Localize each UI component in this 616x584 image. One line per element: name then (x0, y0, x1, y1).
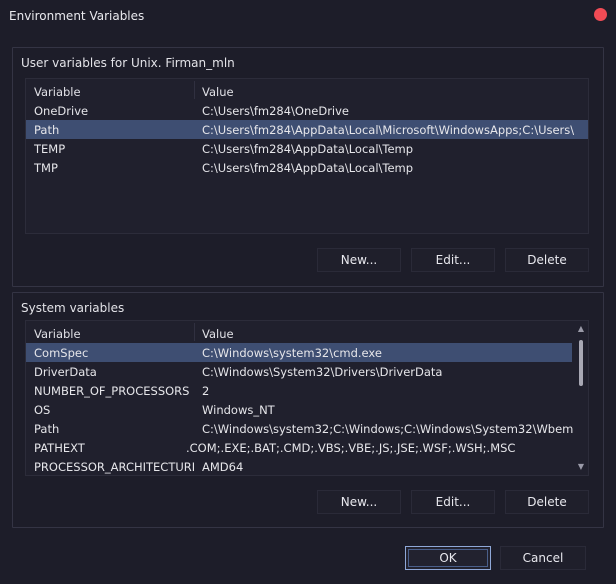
row-variable: Path (34, 422, 60, 436)
table-row-selected[interactable]: Path C:\Users\fm284\AppData\Local\Micros… (26, 120, 588, 139)
environment-variables-dialog: Environment Variables User variables for… (0, 0, 616, 584)
row-variable: Path (34, 123, 60, 137)
row-value: C:\Users\fm284\OneDrive (202, 104, 350, 118)
system-variables-group: System variables Variable Value ComSpec … (12, 292, 604, 528)
row-variable: PATHEXT (34, 441, 85, 455)
row-value: C:\Users\fm284\AppData\Local\Temp (202, 142, 414, 156)
user-variables-label: User variables for Unix. Firman_mln (21, 56, 235, 70)
row-variable: DriverData (34, 365, 97, 379)
user-column-value[interactable]: Value (202, 85, 234, 99)
chevron-up-icon[interactable]: ▲ (576, 324, 586, 334)
row-value: C:\Windows\system32\cmd.exe (202, 346, 382, 360)
row-value: C:\Windows\system32;C:\Windows;C:\Window… (202, 422, 574, 436)
user-new-button[interactable]: New... (317, 248, 401, 272)
column-separator[interactable] (194, 81, 195, 99)
row-variable: PROCESSOR_ARCHITECTURE (34, 460, 194, 474)
title-bar: Environment Variables (0, 0, 616, 32)
row-value: .COM;.EXE;.BAT;.CMD;.VBS;.VBE;.JS;.JSE;.… (186, 441, 516, 455)
table-row[interactable]: OneDrive C:\Users\fm284\OneDrive (26, 101, 588, 120)
user-delete-button[interactable]: Delete (505, 248, 589, 272)
row-variable: NUMBER_OF_PROCESSORS (34, 384, 190, 398)
system-delete-button[interactable]: Delete (505, 490, 589, 514)
column-separator[interactable] (194, 323, 195, 341)
table-row[interactable]: DriverData C:\Windows\System32\Drivers\D… (26, 362, 588, 381)
close-dot-icon[interactable] (594, 8, 607, 21)
row-value: C:\Users\fm284\AppData\Local\Microsoft\W… (202, 123, 574, 137)
user-edit-button[interactable]: Edit... (411, 248, 495, 272)
row-variable: TEMP (34, 142, 66, 156)
row-variable: OneDrive (34, 104, 89, 118)
chevron-down-icon[interactable]: ▼ (576, 462, 586, 472)
user-variables-list[interactable]: Variable Value OneDrive C:\Users\fm284\O… (25, 78, 589, 234)
row-variable: ComSpec (34, 346, 89, 360)
table-row-selected[interactable]: ComSpec C:\Windows\system32\cmd.exe (26, 343, 572, 362)
cancel-button[interactable]: Cancel (500, 546, 586, 570)
table-row[interactable]: TMP C:\Users\fm284\AppData\Local\Temp (26, 158, 588, 177)
window-title: Environment Variables (9, 9, 145, 23)
user-list-header: Variable Value (26, 79, 588, 101)
row-variable: OS (34, 403, 51, 417)
table-row[interactable]: OS Windows_NT (26, 400, 588, 419)
user-variables-group: User variables for Unix. Firman_mln Vari… (12, 47, 604, 287)
system-variables-label: System variables (21, 301, 125, 315)
table-row[interactable]: NUMBER_OF_PROCESSORS 2 (26, 381, 588, 400)
system-list-header: Variable Value (26, 321, 588, 343)
row-value: Windows_NT (202, 403, 275, 417)
table-row[interactable]: Path C:\Windows\system32;C:\Windows;C:\W… (26, 419, 588, 438)
table-row[interactable]: PROCESSOR_ARCHITECTURE AMD64 (26, 457, 588, 475)
table-row[interactable]: PATHEXT .COM;.EXE;.BAT;.CMD;.VBS;.VBE;.J… (26, 438, 588, 457)
row-variable: TMP (34, 161, 58, 175)
user-column-variable[interactable]: Variable (34, 85, 81, 99)
scrollbar-thumb[interactable] (579, 340, 583, 386)
system-new-button[interactable]: New... (317, 490, 401, 514)
system-column-value[interactable]: Value (202, 327, 234, 341)
system-edit-button[interactable]: Edit... (411, 490, 495, 514)
row-value: C:\Windows\System32\Drivers\DriverData (202, 365, 443, 379)
ok-label: OK (439, 551, 457, 565)
system-column-variable[interactable]: Variable (34, 327, 81, 341)
row-value: AMD64 (202, 460, 244, 474)
system-list-scrollbar[interactable]: ▲ ▼ (574, 321, 588, 475)
system-variables-list[interactable]: Variable Value ComSpec C:\Windows\system… (25, 320, 589, 476)
row-value: C:\Users\fm284\AppData\Local\Temp (202, 161, 414, 175)
table-row[interactable]: TEMP C:\Users\fm284\AppData\Local\Temp (26, 139, 588, 158)
row-value: 2 (202, 384, 210, 398)
ok-button[interactable]: OK (405, 546, 491, 570)
